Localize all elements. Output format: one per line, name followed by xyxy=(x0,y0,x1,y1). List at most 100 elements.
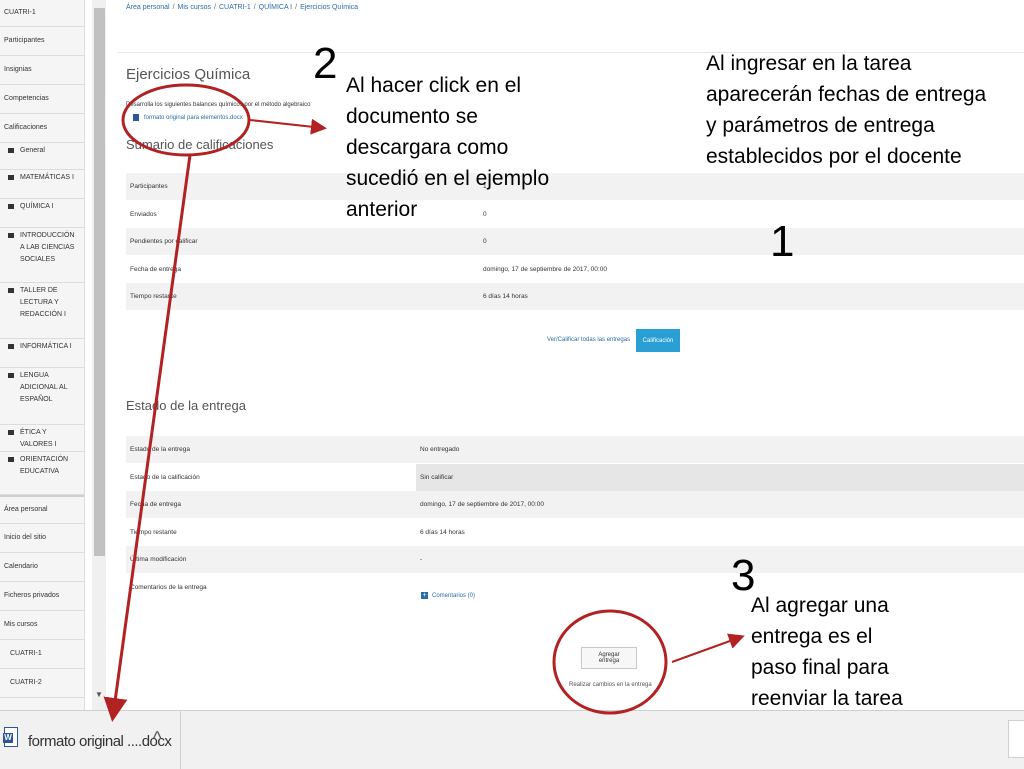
expand-plus-icon[interactable]: + xyxy=(421,592,428,599)
annotation-text-2: Al hacer click en el documento se descar… xyxy=(346,74,550,221)
row-label: Estado de la entrega xyxy=(130,446,190,453)
sidebar-item-label: CUATRI-1 xyxy=(10,650,42,657)
breadcrumb-separator: / xyxy=(253,4,256,11)
row-label: Estado de la calificación xyxy=(130,473,200,481)
attached-file-name[interactable]: formato original para elementos.docx xyxy=(144,115,243,121)
sidebar-item[interactable]: Insignias xyxy=(0,56,84,85)
sidebar-item-label: MATEMÁTICAS I xyxy=(20,174,74,181)
row-value: domingo, 17 de septiembre de 2017, 00:00 xyxy=(420,501,544,508)
row-value: No entregado xyxy=(420,446,460,453)
sidebar-item-label: TALLER DE LECTURA Y REDACCIÓN I xyxy=(20,287,66,318)
breadcrumb-link[interactable]: QUÍMICA I xyxy=(259,4,292,11)
sidebar-item-label: General xyxy=(20,147,45,154)
breadcrumb: Área personal / Mis cursos / CUATRI-1/QUÍMIC… xyxy=(126,4,358,11)
add-submission-button[interactable]: Agregar entrega xyxy=(581,647,637,669)
submission-status-title: Estado de la entrega xyxy=(126,398,246,413)
row-label: Fecha de entrega xyxy=(130,265,181,273)
table-row: Tiempo restante 6 días 14 horas xyxy=(126,283,1024,310)
sidebar-item-label: Área personal xyxy=(4,506,48,513)
sidebar-item-label: Inicio del sitio xyxy=(4,534,47,541)
breadcrumb-separator: / xyxy=(172,4,175,11)
folder-icon xyxy=(8,288,14,293)
folder-icon xyxy=(8,344,14,349)
sidebar-item[interactable]: INTRODUCCIÓN A LAB CIENCIAS SOCIALES xyxy=(0,228,84,283)
sidebar-item[interactable]: ORIENTACIÓN EDUCATIVA xyxy=(0,452,84,495)
breadcrumb-link[interactable]: Área personal xyxy=(126,4,170,11)
sidebar-item[interactable]: Área personal xyxy=(0,495,84,524)
sidebar-item-label: INTRODUCCIÓN A LAB CIENCIAS SOCIALES xyxy=(20,232,75,263)
sidebar-item[interactable]: Ficheros privados xyxy=(0,582,84,611)
sidebar-item[interactable]: CUATRI-1 xyxy=(0,640,84,669)
table-row: Estado de la calificación Sin calificar xyxy=(126,463,1024,491)
sidebar-item[interactable]: Inicio del sitio xyxy=(0,524,84,553)
chevron-up-icon[interactable]: ^ xyxy=(153,728,161,749)
row-value: - xyxy=(420,556,423,563)
word-file-icon: W xyxy=(3,727,18,747)
breadcrumb-link[interactable]: CUATRI-1 xyxy=(219,4,251,11)
folder-icon xyxy=(8,204,14,209)
breadcrumb-separator: / xyxy=(295,4,298,11)
row-value: 6 días 14 horas xyxy=(420,528,465,536)
sidebar-item[interactable]: MATEMÁTICAS I xyxy=(0,170,84,199)
breadcrumb-link[interactable]: Ejercicios Química xyxy=(300,4,358,11)
sidebar-item[interactable]: Mis cursos xyxy=(0,611,84,640)
row-label: Pendientes por calificar xyxy=(130,238,198,245)
folder-icon xyxy=(8,148,14,153)
row-label: Fecha de entrega xyxy=(130,501,181,508)
page-title: Ejercicios Química xyxy=(126,66,251,83)
row-value: 0 xyxy=(483,238,487,245)
row-label: Enviados xyxy=(130,210,157,218)
sidebar-item[interactable]: CUATRI-1 xyxy=(0,0,84,27)
table-row: Tiempo restante 6 días 14 horas xyxy=(126,519,1024,546)
table-row: Fecha de entrega domingo, 17 de septiembr… xyxy=(126,491,1024,518)
make-changes-text: Realizar cambios en la entrega xyxy=(569,682,652,688)
sidebar-item-label: Insignias xyxy=(4,66,32,73)
sidebar-item-label: ÉTICA Y VALORES I xyxy=(20,429,57,448)
row-value: domingo, 17 de septiembre de 2017, 00:00 xyxy=(483,265,607,273)
comments-label[interactable]: Comentarios (0) xyxy=(432,593,475,599)
download-bar-right-edge xyxy=(1008,720,1024,758)
sidebar-item[interactable]: LENGUA ADICIONAL AL ESPAÑOL xyxy=(0,368,84,425)
word-document-icon xyxy=(133,114,139,121)
row-value-highlight xyxy=(416,463,1024,491)
grade-button[interactable]: Calificación xyxy=(636,329,680,352)
table-row: Pendientes por calificar 0 xyxy=(126,228,1024,255)
folder-icon xyxy=(8,373,14,378)
sidebar-scrollbar-thumb[interactable] xyxy=(94,8,105,556)
view-all-submissions-link[interactable]: Ver/Calificar todas las entregas xyxy=(547,337,630,343)
comments-link[interactable]: + Comentarios (0) xyxy=(421,592,475,599)
row-label: Tiempo restante xyxy=(130,293,177,300)
sidebar-item-label: QUÍMICA I xyxy=(20,203,54,210)
sidebar-item[interactable]: Calendario xyxy=(0,553,84,582)
row-label: Comentarios de la entrega xyxy=(130,583,207,591)
sidebar-item-label: CUATRI-2 xyxy=(10,679,42,686)
scroll-down-arrow-icon[interactable]: ▼ xyxy=(95,690,103,699)
sidebar-item[interactable]: General xyxy=(0,143,84,170)
row-label: Participantes xyxy=(130,183,168,190)
folder-icon xyxy=(8,430,14,435)
row-value: 6 días 14 horas xyxy=(483,293,528,300)
course-navigation-sidebar: CUATRI-1 Participantes Insignias Competenci… xyxy=(0,0,85,710)
row-label: Última modificación xyxy=(130,556,187,563)
attached-file-link[interactable]: formato original para elementos.docx xyxy=(133,114,243,121)
annotation-number-2: 2 xyxy=(313,39,338,88)
breadcrumb-separator: / xyxy=(214,4,216,11)
row-label: Tiempo restante xyxy=(130,528,177,536)
sidebar-item[interactable]: CUATRI-2 xyxy=(0,669,84,698)
annotation-text-1: Al ingresar en la tarea aparecerán fecha… xyxy=(706,52,987,168)
breadcrumb-link[interactable]: Mis cursos xyxy=(178,4,211,11)
sidebar-item[interactable]: TALLER DE LECTURA Y REDACCIÓN I xyxy=(0,283,84,339)
sidebar-item-label: Calificaciones xyxy=(4,124,48,131)
downloaded-file-name[interactable]: formato original ....docx xyxy=(28,733,172,750)
sidebar-item[interactable]: Competencias xyxy=(0,85,84,114)
sidebar-item[interactable]: Calificaciones xyxy=(0,114,84,143)
sidebar-item[interactable]: Participantes xyxy=(0,27,84,56)
sidebar-item-label: INFORMÁTICA I xyxy=(20,343,72,350)
sidebar-item[interactable]: QUÍMICA I xyxy=(0,199,84,228)
sidebar-item[interactable]: ÉTICA Y VALORES I xyxy=(0,425,84,452)
downloaded-file-item[interactable]: W formato original ....docx ^ xyxy=(0,711,181,769)
sidebar-item[interactable]: INFORMÁTICA I xyxy=(0,339,84,368)
sidebar-item-label: Participantes xyxy=(4,37,45,44)
assignment-description: Desarrolla los siguientes balances quími… xyxy=(126,102,311,108)
sidebar-item-label: Calendario xyxy=(4,563,38,570)
